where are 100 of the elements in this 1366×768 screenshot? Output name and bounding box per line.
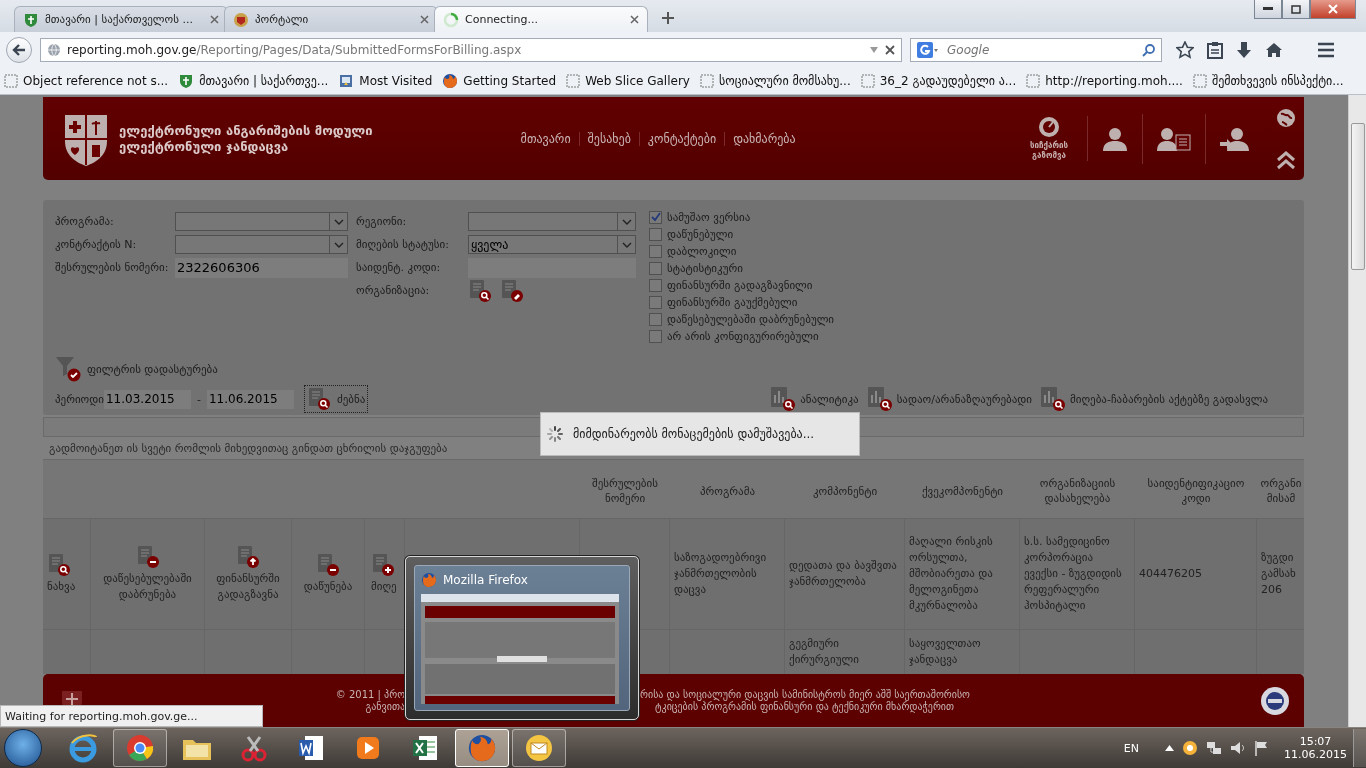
taskbar-preview-tooltip[interactable]: Mozilla Firefox <box>405 556 639 720</box>
maximize-button[interactable] <box>1282 0 1310 19</box>
close-icon[interactable] <box>210 15 219 24</box>
menu-icon[interactable] <box>1317 42 1335 58</box>
row-action-link[interactable]: დაწუნება <box>303 579 353 595</box>
back-button[interactable] <box>6 37 32 63</box>
search-box[interactable]: Google <box>910 38 1162 62</box>
network-icon[interactable] <box>1206 740 1222 756</box>
taskbar-app[interactable] <box>455 729 509 767</box>
search-field[interactable]: Google <box>945 42 1136 58</box>
chart-search-icon[interactable] <box>1039 386 1066 412</box>
checkbox[interactable] <box>649 210 662 224</box>
document-minus-icon[interactable] <box>316 553 340 577</box>
bookmark[interactable]: http://reporting.moh.... <box>1026 74 1183 88</box>
new-tab-icon[interactable] <box>662 12 674 24</box>
bookmark[interactable]: შემთხვევის ინსპექტი... <box>1192 74 1344 88</box>
nav-link[interactable]: მთავარი <box>512 131 580 146</box>
bookmark[interactable]: 36_2 გადაუდებელი ა... <box>860 74 1017 88</box>
chart-search-icon[interactable] <box>866 386 893 412</box>
checkbox[interactable] <box>649 329 662 343</box>
confirm-filter-link[interactable]: ფილტრის დადასტურება <box>87 362 218 376</box>
row-action-link[interactable]: ფინანსურში გადაგზავნა <box>209 571 287 603</box>
document-search-icon[interactable] <box>468 278 492 303</box>
column-header[interactable]: საიდენტიფიკაციო კოდი <box>1135 460 1257 518</box>
bookmark[interactable]: Getting Started <box>442 73 557 89</box>
start-button[interactable] <box>4 729 42 767</box>
bookmark[interactable]: Most Visited <box>338 73 433 89</box>
date-field[interactable]: 11.06.2015 <box>206 389 294 409</box>
gauge-icon[interactable] <box>1038 116 1060 138</box>
row-action-link[interactable]: დაწესებულებაში დაბრუნება <box>95 571 200 603</box>
checkmark-icon <box>650 212 661 222</box>
clock-date[interactable]: 11.06.2015 <box>1284 748 1347 761</box>
column-header[interactable]: ორგანიზაციის დასახელება <box>1020 460 1135 518</box>
search-button[interactable]: ძებნა <box>303 385 369 413</box>
checkbox[interactable] <box>649 278 662 292</box>
row-action-link[interactable]: მიღე <box>371 579 397 595</box>
language-indicator[interactable]: EN <box>1123 741 1139 755</box>
close-window-button[interactable] <box>1310 0 1356 19</box>
checkbox[interactable] <box>649 295 662 309</box>
filter-check-icon[interactable] <box>55 356 81 382</box>
date-field[interactable]: 11.03.2015 <box>103 389 191 409</box>
user-icon[interactable] <box>1102 126 1128 151</box>
chart-search-icon[interactable] <box>770 386 797 412</box>
dropdown[interactable]: ყველა <box>468 235 636 254</box>
bookmark[interactable]: Web Slice Gallery <box>566 74 690 88</box>
column-header[interactable]: კომპონენტი <box>785 460 905 518</box>
field-label: რეგიონი: <box>356 215 408 228</box>
report-link[interactable]: ანალიტიკა <box>800 392 859 406</box>
clock-time[interactable]: 15:07 <box>1299 735 1332 748</box>
text-field[interactable]: 2322606306 <box>175 257 348 278</box>
close-icon[interactable] <box>420 15 429 24</box>
report-link[interactable]: მიღება-ჩაბარების აქტებზე გადასვლა <box>1069 392 1268 406</box>
tray-app-icon[interactable] <box>1182 740 1198 756</box>
bookmark[interactable]: მთავარი | საქართვე... <box>178 73 329 89</box>
collapse-chevrons-icon[interactable] <box>1276 149 1296 170</box>
bookmark[interactable]: Object reference not s... <box>4 74 169 88</box>
nav-link[interactable]: კონტაქტები <box>639 131 726 146</box>
tray-expand-icon[interactable] <box>1165 745 1174 751</box>
speed-test-link[interactable]: სიჩქარის გაზომვა <box>1026 141 1072 161</box>
checkbox[interactable] <box>649 312 662 326</box>
taskbar-app[interactable] <box>113 729 167 767</box>
bookmark[interactable]: სოციალური მომსახუ... <box>699 74 851 88</box>
checkbox[interactable] <box>649 261 662 275</box>
document-plus-icon[interactable] <box>371 553 395 577</box>
column-header[interactable]: შესრულების ნომერი <box>580 460 670 518</box>
document-search-icon[interactable] <box>47 553 71 577</box>
close-icon[interactable] <box>885 45 895 55</box>
column-header[interactable]: ორგანი მისამ <box>1257 460 1304 518</box>
dropdown-icon[interactable] <box>869 46 879 54</box>
speaker-icon[interactable] <box>1230 740 1246 756</box>
taskbar-app[interactable] <box>512 729 566 767</box>
flag-icon[interactable] <box>1254 740 1268 756</box>
minimize-button[interactable] <box>1254 0 1282 19</box>
nav-link[interactable]: დახმარება <box>725 131 804 146</box>
show-desktop-button[interactable] <box>1353 729 1366 767</box>
row-action-link[interactable]: ნახვა <box>47 579 76 595</box>
browser-tab[interactable]: Connecting... <box>434 6 648 32</box>
scrollbar[interactable] <box>1348 95 1366 727</box>
report-link[interactable]: სადაო/არანაზღაურებადი <box>896 392 1032 406</box>
address-bar[interactable]: reporting.moh.gov.ge/Reporting/Pages/Data/SubmittedFormsForBilling.aspx <box>40 38 902 62</box>
document-badge-icon[interactable] <box>500 278 524 303</box>
download-icon[interactable] <box>1236 41 1252 59</box>
browser-icon <box>68 733 98 763</box>
user-card-icon[interactable] <box>1157 126 1191 151</box>
nav-link[interactable]: შესახებ <box>579 131 640 146</box>
star-icon[interactable] <box>1176 41 1194 59</box>
home-icon[interactable] <box>1265 42 1283 58</box>
column-header[interactable]: ქვეკომპონენტი <box>905 460 1020 518</box>
globe-icon[interactable] <box>1276 107 1296 128</box>
user-arrow-icon[interactable] <box>1220 126 1250 151</box>
document-search-icon[interactable] <box>306 387 331 411</box>
column-header[interactable]: პროგრამა <box>670 460 785 518</box>
document-upload-icon[interactable] <box>236 545 260 569</box>
close-icon[interactable] <box>630 15 639 24</box>
search-icon[interactable] <box>1142 43 1155 57</box>
checkbox[interactable] <box>649 244 662 258</box>
clipboard-icon[interactable] <box>1207 41 1223 59</box>
checkbox[interactable] <box>649 227 662 241</box>
checkbox-label: დაბლოკილი <box>667 244 737 258</box>
search-engine-icon[interactable] <box>917 42 939 58</box>
